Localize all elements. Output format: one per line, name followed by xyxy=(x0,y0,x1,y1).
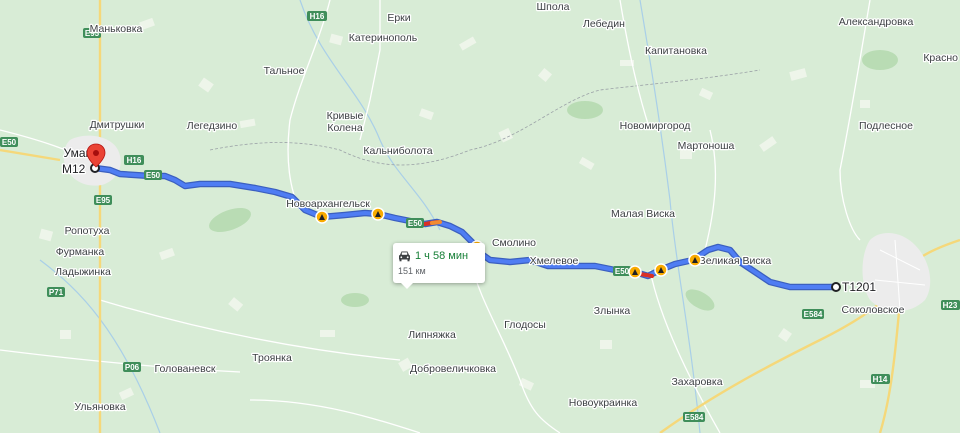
place-label: Глодосы xyxy=(504,319,546,331)
svg-text:P71: P71 xyxy=(49,288,64,297)
place-label: Хмелевое xyxy=(530,255,579,267)
place-label: Липняжка xyxy=(408,329,456,341)
place-label: Голованевск xyxy=(155,363,216,375)
road-shield-h23: H23 xyxy=(941,300,960,310)
place-label: Троянка xyxy=(252,352,292,364)
place-label: Лебедин xyxy=(583,18,625,30)
road-shield-p06: P06 xyxy=(123,362,141,372)
place-label: Кривые xyxy=(327,110,364,122)
place-label: Дмитрушки xyxy=(90,119,145,131)
place-label: Подлесное xyxy=(859,120,913,132)
place-label: Тальное xyxy=(264,65,305,77)
svg-text:H14: H14 xyxy=(873,375,888,384)
callout-pointer xyxy=(401,283,413,289)
place-label: Катеринополь xyxy=(349,32,418,44)
place-label: Смолино xyxy=(492,237,536,249)
road-work-icon[interactable] xyxy=(315,210,329,224)
place-label: Фурманка xyxy=(56,246,105,258)
place-label: Ропотуха xyxy=(65,225,110,237)
svg-text:E50: E50 xyxy=(2,138,17,147)
road-work-icon[interactable] xyxy=(688,253,702,267)
svg-text:P06: P06 xyxy=(125,363,140,372)
svg-text:E50: E50 xyxy=(146,171,161,180)
traffic-slow-segment xyxy=(430,220,442,225)
road-shield-e50-route: E50 xyxy=(144,170,162,180)
route-distance: 151 км xyxy=(398,266,426,276)
place-label: Капитановка xyxy=(645,45,707,57)
road-shield-e50-mid: E50 xyxy=(406,218,424,228)
place-label: Малая Виска xyxy=(611,208,675,220)
road-shield-e584-south: E584 xyxy=(683,412,705,422)
svg-text:E50: E50 xyxy=(408,219,423,228)
place-label: Легедзино xyxy=(187,120,238,132)
place-label: Александровка xyxy=(839,16,914,28)
road-work-icon[interactable] xyxy=(628,265,642,279)
place-label: Соколовское xyxy=(842,304,905,316)
road-shield-h16-top: H16 xyxy=(307,11,327,21)
place-label: Новомиргород xyxy=(620,120,691,132)
road-shield-h14: H14 xyxy=(871,374,890,384)
map-canvas[interactable]: E95 H16 E50 H16 E50 E95 E50 E50 P71 E584… xyxy=(0,0,960,433)
place-label: Маньковка xyxy=(90,23,143,35)
road-work-icon[interactable] xyxy=(371,207,385,221)
svg-text:H23: H23 xyxy=(943,301,958,310)
road-shield-h16-mid: H16 xyxy=(124,155,144,165)
place-label: Шпола xyxy=(537,1,570,13)
road-shield-p71: P71 xyxy=(47,287,65,297)
traffic-jam-segment xyxy=(638,272,654,278)
place-label: Добровеличковка xyxy=(410,363,496,375)
route-end-label: Т1201 xyxy=(842,280,876,294)
route-start-label: М12 xyxy=(62,162,86,176)
road-shield-e50-left: E50 xyxy=(0,137,18,147)
road-shield-e50-east: E50 xyxy=(613,266,631,276)
svg-text:E50: E50 xyxy=(615,267,630,276)
place-label: Новоукраинка xyxy=(569,397,638,409)
road-work-icon[interactable] xyxy=(654,263,668,277)
route-end-marker[interactable] xyxy=(831,282,841,292)
svg-text:H16: H16 xyxy=(310,12,325,21)
svg-text:E584: E584 xyxy=(804,310,823,319)
road-shield-e95-mid: E95 xyxy=(94,195,112,205)
svg-text:E95: E95 xyxy=(96,196,111,205)
svg-text:H16: H16 xyxy=(127,156,142,165)
place-label: Новоархангельск xyxy=(286,198,370,210)
road-shield-e584-east: E584 xyxy=(802,309,824,319)
place-label: Захаровка xyxy=(671,376,722,388)
car-icon xyxy=(399,251,410,262)
place-label: Ульяновка xyxy=(74,401,125,413)
place-label: Кальниболота xyxy=(363,145,432,157)
place-label: Ерки xyxy=(387,12,410,24)
route-duration: 1 ч 58 мин xyxy=(415,250,469,262)
svg-text:E584: E584 xyxy=(685,413,704,422)
route-info-callout[interactable]: 1 ч 58 мин 151 км xyxy=(393,243,485,289)
place-label: Мартоноша xyxy=(678,140,735,152)
place-label: Ладыжинка xyxy=(55,266,111,278)
place-label: Злынка xyxy=(594,305,631,317)
place-label: Великая Виска xyxy=(699,255,772,267)
place-label: Красно xyxy=(923,52,958,64)
place-label: Колена xyxy=(327,122,362,134)
